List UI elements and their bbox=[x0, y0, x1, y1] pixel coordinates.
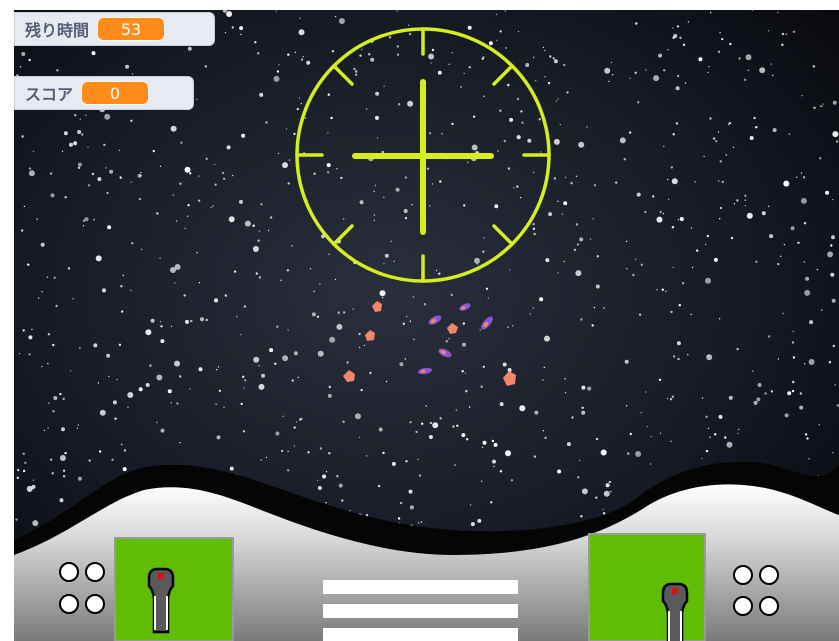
time-monitor-label: 残り時間 bbox=[25, 21, 90, 40]
time-monitor: 残り時間 53 bbox=[14, 12, 215, 46]
score-monitor: スコア 0 bbox=[14, 76, 194, 110]
score-monitor-label: スコア bbox=[25, 85, 74, 104]
time-monitor-value: 53 bbox=[97, 17, 166, 41]
score-monitor-value: 0 bbox=[81, 81, 150, 105]
center-vents bbox=[323, 580, 518, 641]
left-screen bbox=[114, 537, 234, 641]
game-stage[interactable]: 残り時間 53 スコア 0 bbox=[14, 10, 839, 641]
right-screen bbox=[588, 533, 706, 641]
